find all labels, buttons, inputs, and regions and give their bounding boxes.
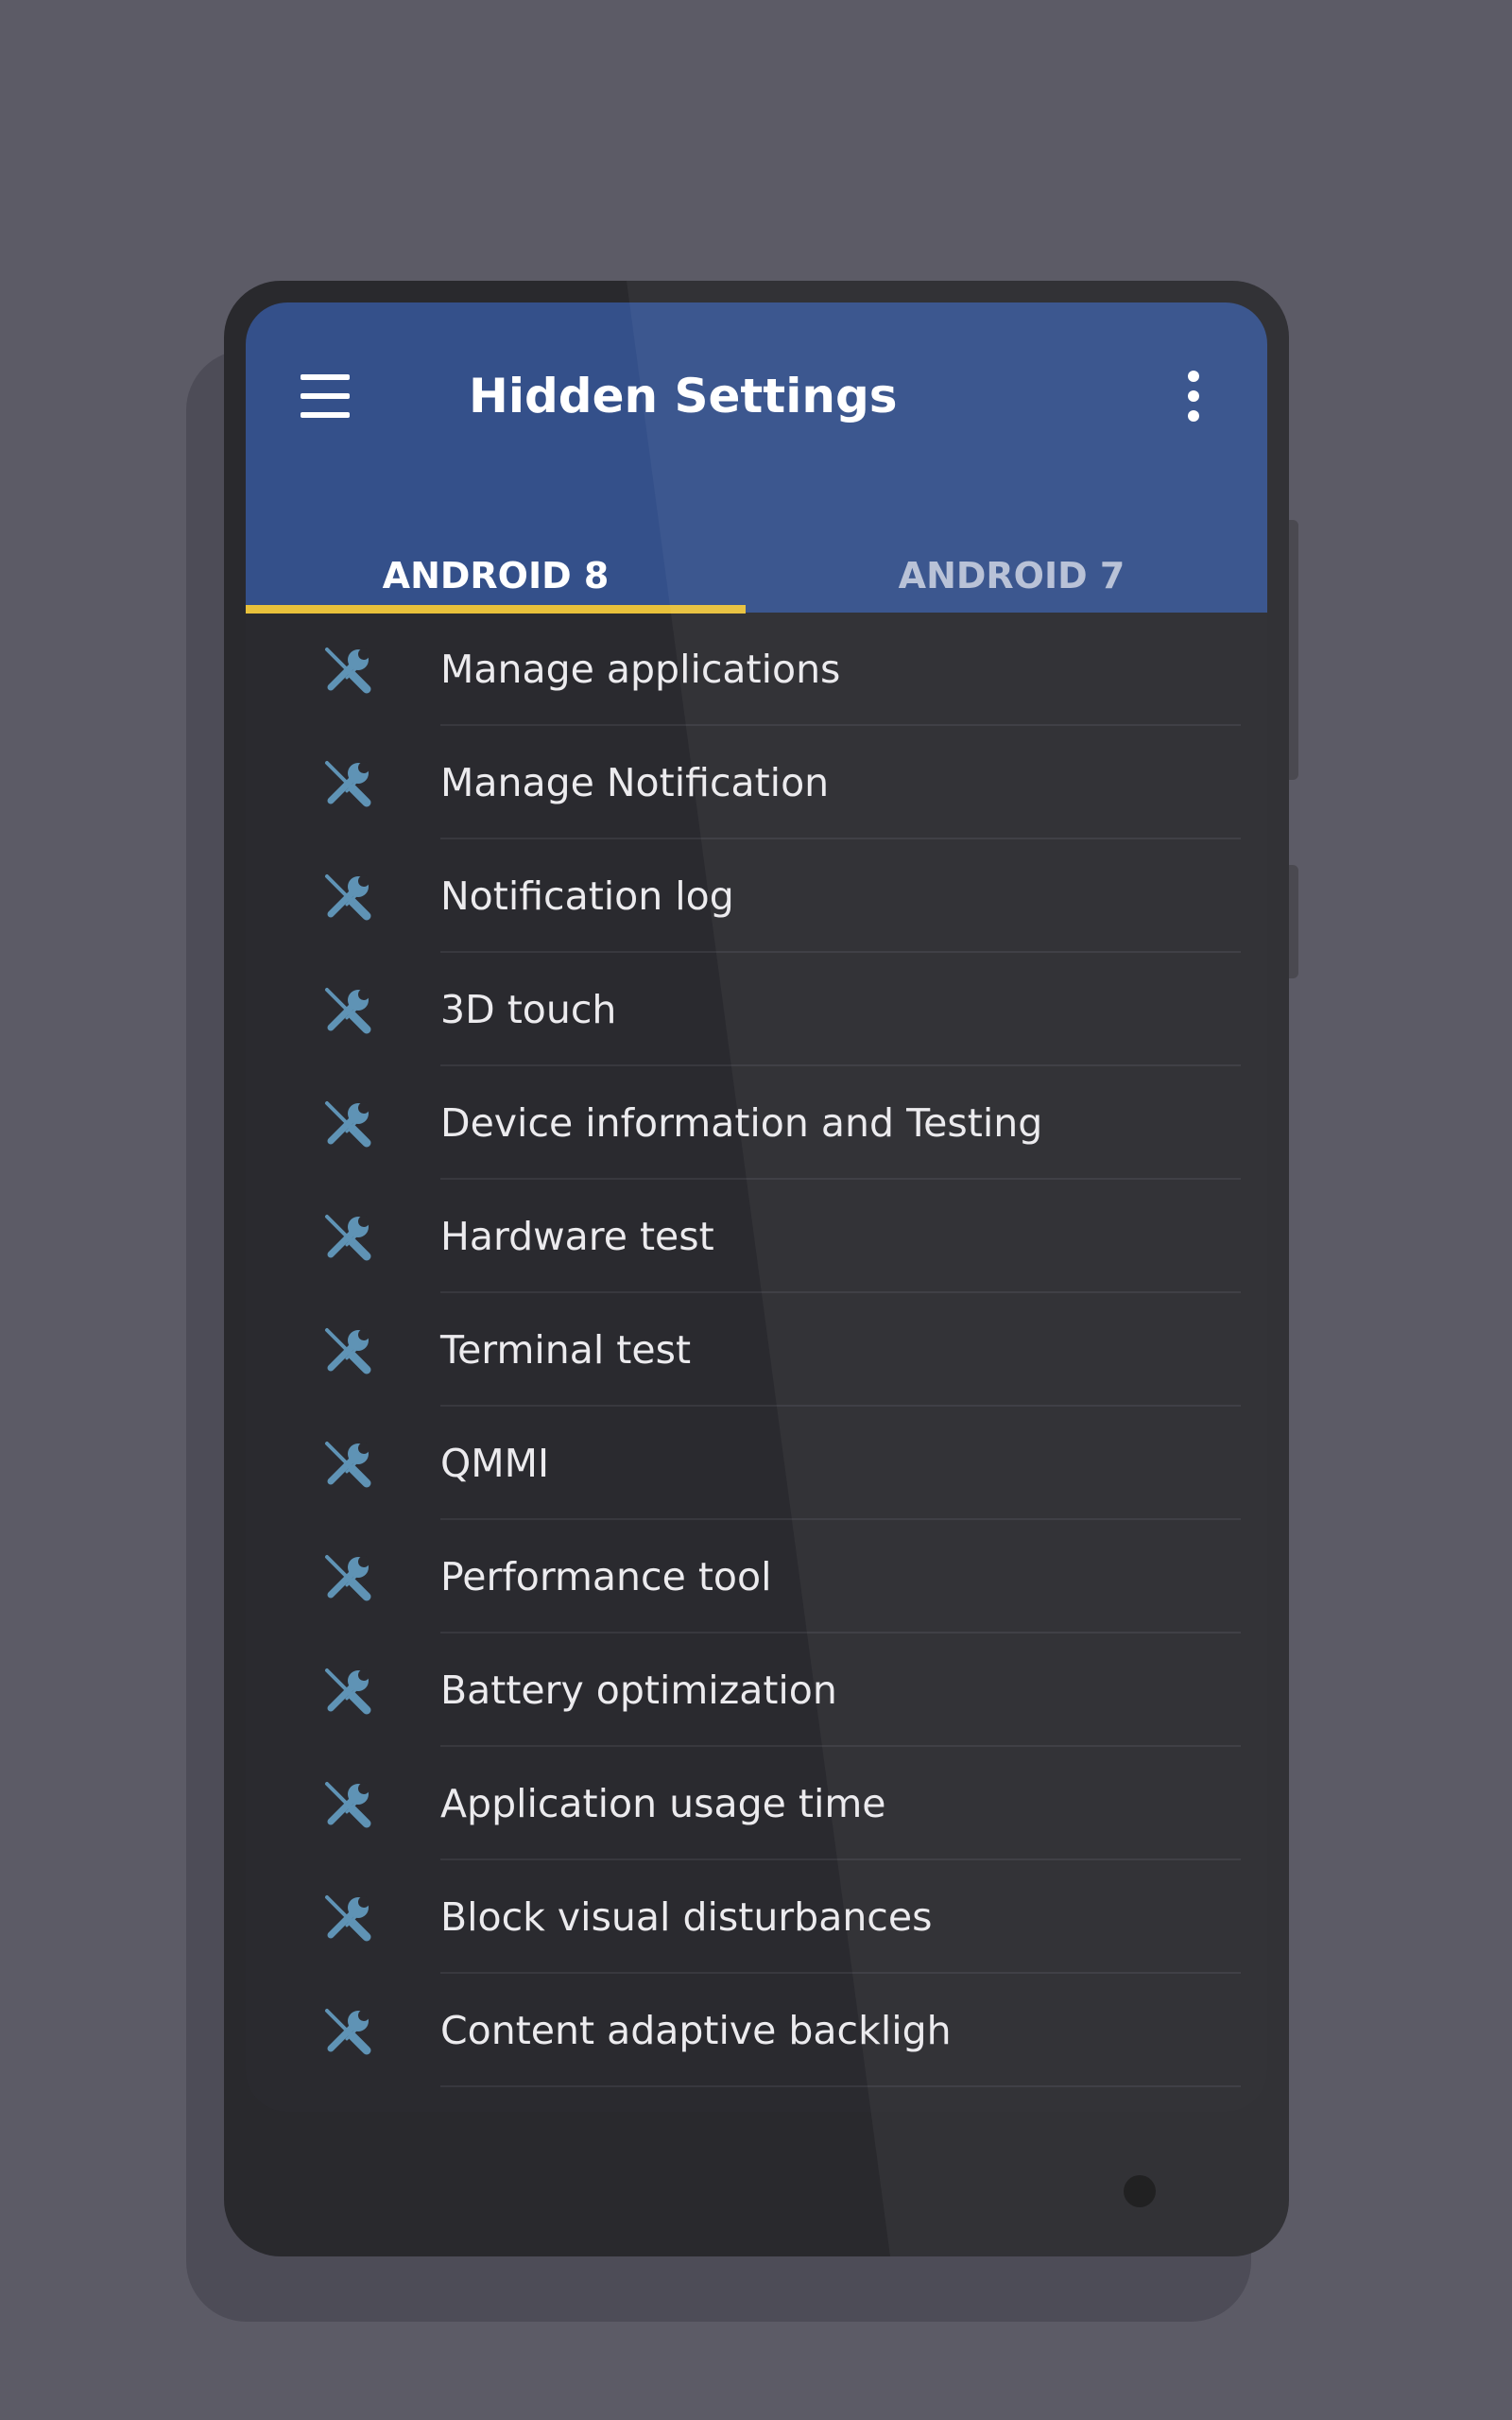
- wrench-screwdriver-icon: [321, 984, 374, 1037]
- list-item-label: Manage applications: [440, 647, 841, 692]
- list-item[interactable]: QMMI: [246, 1407, 1267, 1520]
- list-item-label: Application usage time: [440, 1781, 886, 1826]
- wrench-screwdriver-icon: [321, 1892, 374, 1945]
- tab-android-7[interactable]: ANDROID 7: [756, 529, 1267, 613]
- list-item-label: Content adaptive backligh: [440, 2008, 952, 2053]
- more-vert-icon[interactable]: [1177, 369, 1210, 424]
- wrench-screwdriver-icon: [321, 1778, 374, 1831]
- list-item-label: 3D touch: [440, 987, 617, 1032]
- list-item[interactable]: 3D touch: [246, 953, 1267, 1066]
- wrench-screwdriver-icon: [321, 1324, 374, 1377]
- hamburger-menu-icon[interactable]: [301, 374, 350, 418]
- tab-android-8[interactable]: ANDROID 8: [246, 529, 746, 613]
- list-item[interactable]: Application usage time: [246, 1747, 1267, 1860]
- list-item[interactable]: Manage Notification: [246, 726, 1267, 839]
- wrench-screwdriver-icon: [321, 757, 374, 810]
- list-item[interactable]: Performance tool: [246, 1520, 1267, 1634]
- app-bar: Hidden Settings ANDROID 8 ANDROID 7: [246, 302, 1267, 614]
- phone-frame: Hidden Settings ANDROID 8 ANDROID 7 Mana…: [224, 281, 1289, 2256]
- list-item[interactable]: Terminal test: [246, 1293, 1267, 1407]
- wrench-screwdriver-icon: [321, 871, 374, 924]
- list-item-label: Battery optimization: [440, 1668, 837, 1713]
- list-item[interactable]: Block visual disturbances: [246, 1860, 1267, 1974]
- list-item[interactable]: Device information and Testing: [246, 1066, 1267, 1180]
- wrench-screwdriver-icon: [321, 2005, 374, 2058]
- front-camera: [1124, 2175, 1156, 2207]
- list-item[interactable]: Notification log: [246, 839, 1267, 953]
- list-item[interactable]: Content adaptive backligh: [246, 1974, 1267, 2087]
- list-item-label: Performance tool: [440, 1554, 772, 1599]
- wrench-screwdriver-icon: [321, 1438, 374, 1491]
- wrench-screwdriver-icon: [321, 644, 374, 697]
- list-item-label: QMMI: [440, 1441, 550, 1486]
- wrench-screwdriver-icon: [321, 1551, 374, 1604]
- list-item[interactable]: Manage applications: [246, 613, 1267, 726]
- list-item-label: Manage Notification: [440, 760, 830, 805]
- wrench-screwdriver-icon: [321, 1098, 374, 1150]
- tab-bar: ANDROID 8 ANDROID 7: [246, 529, 1267, 613]
- list-item-label: Block visual disturbances: [440, 1894, 933, 1940]
- app-title: Hidden Settings: [469, 369, 898, 424]
- wrench-screwdriver-icon: [321, 1665, 374, 1718]
- phone-screen: Hidden Settings ANDROID 8 ANDROID 7 Mana…: [246, 302, 1267, 2112]
- list-item-label: Device information and Testing: [440, 1100, 1043, 1146]
- list-item[interactable]: Battery optimization: [246, 1634, 1267, 1747]
- wrench-screwdriver-icon: [321, 1211, 374, 1264]
- list-divider: [440, 2085, 1241, 2087]
- list-item[interactable]: Hardware test: [246, 1180, 1267, 1293]
- list-item-label: Hardware test: [440, 1214, 714, 1259]
- list-item-label: Terminal test: [440, 1327, 692, 1373]
- settings-list: Manage applications Manage Notification No…: [246, 613, 1267, 2087]
- list-item-label: Notification log: [440, 873, 734, 919]
